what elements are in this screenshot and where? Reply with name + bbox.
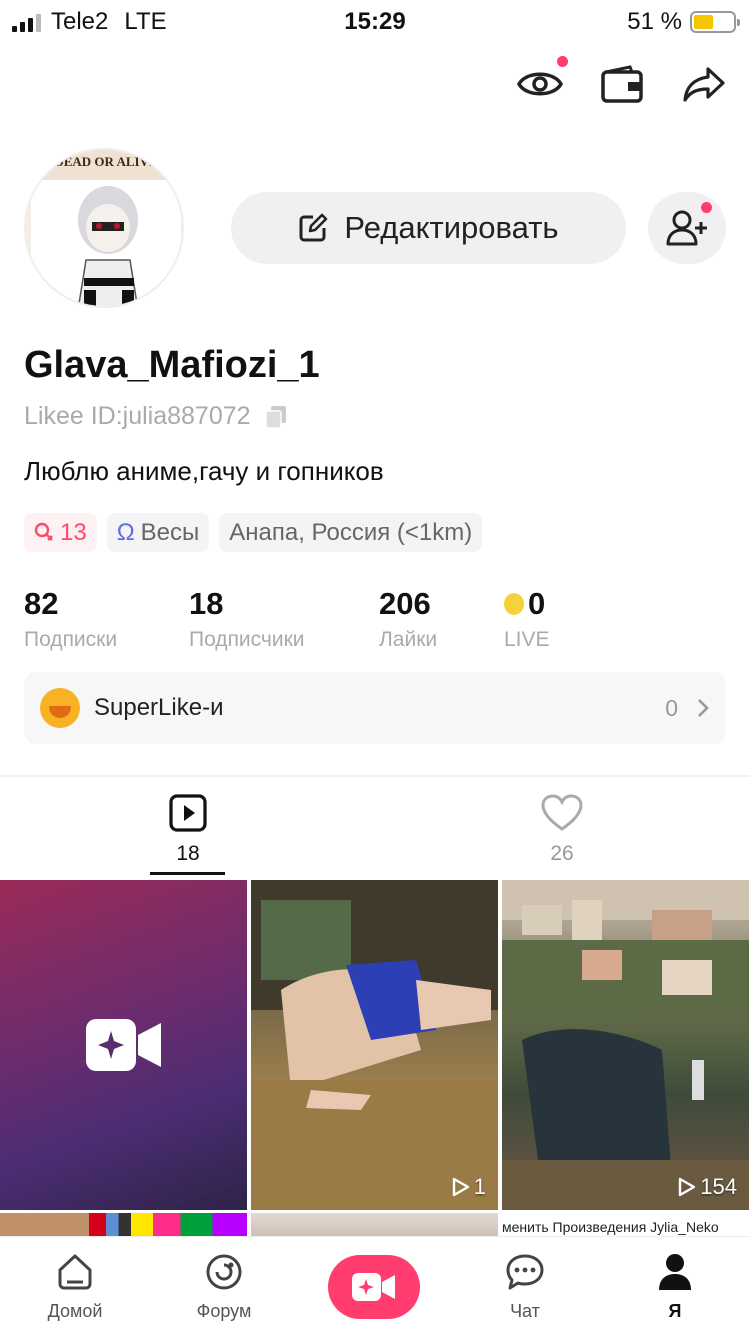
video-thumbnail-image bbox=[502, 880, 749, 1210]
followers-label: Подписчики bbox=[189, 628, 305, 651]
nav-me-label: Я bbox=[668, 1301, 682, 1321]
create-video-tile[interactable] bbox=[0, 880, 247, 1210]
wallet-icon[interactable] bbox=[598, 60, 646, 108]
nav-chat[interactable]: Чат bbox=[465, 1247, 585, 1322]
following-label: Подписки bbox=[24, 628, 118, 651]
zodiac-chip: Ω Весы bbox=[106, 513, 210, 552]
video-thumbnail[interactable]: 154 bbox=[502, 880, 749, 1210]
play-video-icon bbox=[169, 794, 207, 832]
views-value: 154 bbox=[700, 1174, 737, 1199]
video-camera-sparkle-icon bbox=[352, 1273, 395, 1301]
video-camera-sparkle-icon bbox=[86, 1019, 161, 1071]
battery-percent: 51 % bbox=[627, 8, 682, 35]
views-value: 1 bbox=[473, 1174, 486, 1199]
add-friend-button[interactable] bbox=[648, 192, 726, 264]
live-count: 0 bbox=[528, 586, 546, 621]
active-tab-indicator bbox=[150, 872, 225, 875]
superlike-emoji-icon bbox=[40, 688, 80, 728]
likee-id: Likee ID:julia887072 bbox=[24, 402, 251, 430]
profile-stats: 82 Подписки 18 Подписчики 206 Лайки 0 LI… bbox=[24, 586, 724, 656]
copy-icon[interactable] bbox=[264, 405, 287, 429]
likes-count: 206 bbox=[379, 586, 431, 621]
heart-icon bbox=[541, 794, 583, 831]
view-count: 154 bbox=[678, 1174, 737, 1200]
superlike-row[interactable]: SuperLike-и 0 bbox=[24, 672, 726, 744]
gender-age-chip: 13 bbox=[24, 513, 97, 552]
profile-icon bbox=[659, 1254, 691, 1290]
libra-icon: Ω bbox=[116, 518, 135, 546]
tab-videos[interactable]: 18 bbox=[128, 790, 248, 866]
edit-icon bbox=[299, 213, 328, 242]
videos-count: 18 bbox=[176, 842, 200, 865]
following-count: 82 bbox=[24, 586, 59, 621]
video-thumbnail[interactable]: 1 bbox=[251, 880, 498, 1210]
followers-count: 18 bbox=[189, 586, 224, 621]
forum-icon bbox=[206, 1254, 242, 1290]
tab-liked[interactable]: 26 bbox=[502, 790, 622, 866]
chat-icon bbox=[506, 1254, 544, 1290]
video-grid: 1 154 менить Произведения Jylia_Neko bbox=[0, 880, 750, 1240]
username: Glava_Mafiozi_1 bbox=[24, 344, 320, 386]
nav-home-label: Домой bbox=[47, 1301, 103, 1321]
edit-profile-button[interactable]: Редактировать bbox=[231, 192, 626, 264]
section-divider bbox=[0, 775, 750, 777]
nav-chat-label: Чат bbox=[510, 1301, 540, 1321]
eye-icon[interactable] bbox=[516, 56, 568, 108]
avatar[interactable]: DEAD OR ALIVE bbox=[24, 148, 184, 308]
superlike-count: 0 bbox=[665, 694, 678, 721]
liked-count: 26 bbox=[550, 842, 574, 865]
nav-me[interactable]: Я bbox=[615, 1247, 735, 1322]
zodiac-label: Весы bbox=[140, 518, 200, 546]
profile-tags: 13 Ω Весы Анапа, Россия (<1km) bbox=[24, 513, 483, 552]
coin-icon bbox=[504, 593, 524, 615]
nav-home[interactable]: Домой bbox=[15, 1247, 135, 1322]
likee-id-row: Likee ID:julia887072 bbox=[24, 402, 287, 431]
location-chip: Анапа, Россия (<1km) bbox=[219, 513, 483, 552]
status-bar: Tele2 LTE 15:29 51 % bbox=[0, 0, 750, 44]
share-icon[interactable] bbox=[680, 60, 728, 108]
edit-profile-label: Редактировать bbox=[344, 210, 559, 245]
status-right: 51 % bbox=[627, 8, 740, 36]
content-tabs: 18 26 bbox=[0, 790, 750, 880]
record-button[interactable] bbox=[328, 1255, 420, 1319]
likes-label: Лайки bbox=[379, 628, 438, 651]
live-label: LIVE bbox=[504, 628, 550, 651]
live-stat[interactable]: 0 LIVE bbox=[504, 586, 550, 652]
thumbnail-caption: менить Произведения Jylia_Neko bbox=[502, 1219, 719, 1235]
followers-stat[interactable]: 18 Подписчики bbox=[189, 586, 305, 652]
view-count: 1 bbox=[452, 1174, 486, 1200]
play-icon bbox=[452, 1177, 469, 1197]
top-actions bbox=[516, 56, 728, 108]
bio: Люблю аниме,гачу и гопников bbox=[24, 456, 384, 486]
nav-forum-label: Форум bbox=[196, 1301, 252, 1321]
battery-icon bbox=[690, 11, 740, 33]
add-user-icon bbox=[666, 210, 707, 246]
female-symbol-icon bbox=[34, 522, 53, 541]
chevron-right-icon bbox=[698, 699, 709, 717]
play-icon bbox=[679, 1177, 696, 1197]
location-label: Анапа, Россия (<1km) bbox=[229, 518, 473, 546]
superlike-label: SuperLike-и bbox=[94, 694, 224, 721]
nav-forum[interactable]: Форум bbox=[164, 1247, 284, 1322]
following-stat[interactable]: 82 Подписки bbox=[24, 586, 117, 652]
likes-stat[interactable]: 206 Лайки bbox=[379, 586, 437, 652]
bottom-navigation: Домой Форум Чат Я bbox=[0, 1236, 750, 1334]
video-thumbnail-image bbox=[251, 880, 498, 1210]
age-value: 13 bbox=[60, 518, 87, 546]
home-icon bbox=[58, 1254, 92, 1290]
avatar-poster-text: DEAD OR ALIVE bbox=[54, 154, 157, 169]
